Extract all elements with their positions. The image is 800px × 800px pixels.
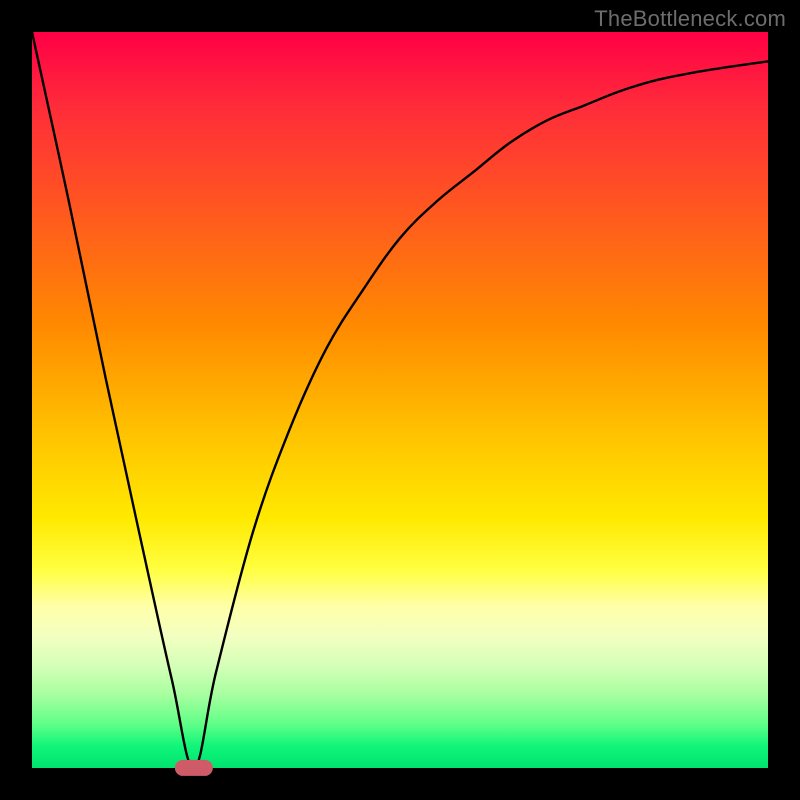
plot-area xyxy=(32,32,768,768)
watermark-text: TheBottleneck.com xyxy=(594,6,786,32)
chart-frame: TheBottleneck.com xyxy=(0,0,800,800)
curve-path xyxy=(32,32,768,768)
min-marker xyxy=(175,760,213,776)
curve-svg xyxy=(32,32,768,768)
